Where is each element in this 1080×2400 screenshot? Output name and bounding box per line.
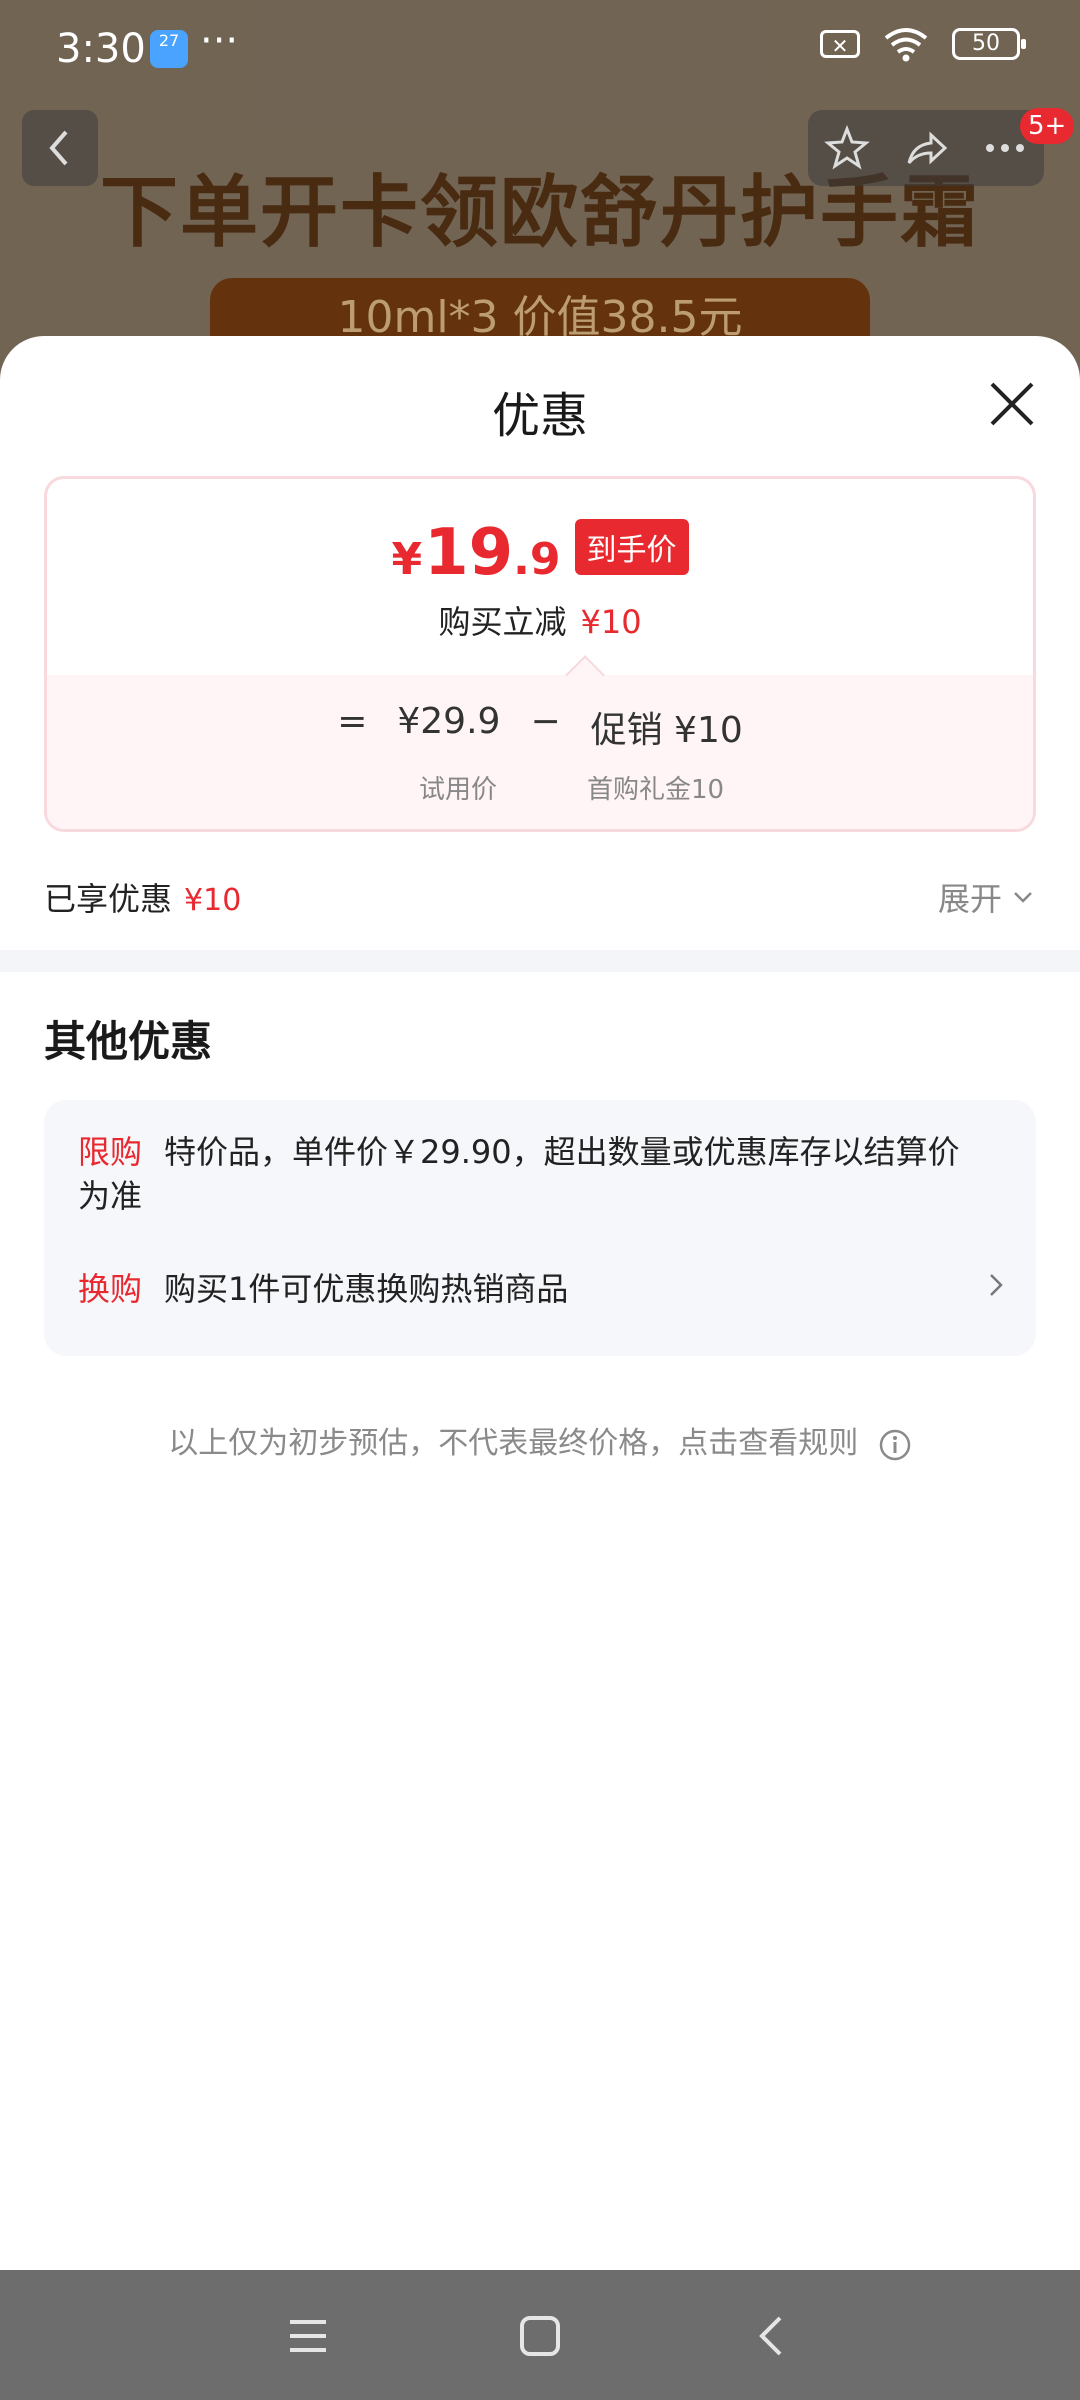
exchange-purchase-tag: 换购 xyxy=(78,1270,143,1308)
minus-sign: − xyxy=(530,701,561,742)
battery-icon: 50 xyxy=(952,28,1026,60)
limited-purchase-item: 限购 特价品，单件价￥29.90，超出数量或优惠库存以结算价为准 xyxy=(78,1130,976,1218)
final-price: ¥ 19 .9 到手价 xyxy=(47,519,1033,585)
price-formula: = ¥29.9 − 促销 ¥10 xyxy=(47,701,1033,753)
base-price: ¥29.9 xyxy=(397,701,501,742)
sheet-title: 优惠 xyxy=(491,388,588,444)
promo-amount: 促销 ¥10 xyxy=(590,710,743,751)
home-icon[interactable] xyxy=(510,2306,570,2366)
chevron-down-icon xyxy=(1014,892,1032,903)
equals-sign: = xyxy=(337,701,368,742)
back-nav-icon[interactable] xyxy=(742,2306,802,2366)
exchange-purchase-text: 购买1件可优惠换购热销商品 xyxy=(164,1270,569,1308)
enjoyed-label: 已享优惠 xyxy=(44,880,173,918)
rules-disclaimer[interactable]: 以上仅为初步预估，不代表最终价格，点击查看规则 xyxy=(0,1418,1080,1462)
final-price-tag: 到手价 xyxy=(574,519,689,575)
expand-label: 展开 xyxy=(937,880,1002,918)
expand-button[interactable]: 展开 xyxy=(938,874,1036,920)
wifi-icon xyxy=(884,28,928,62)
status-icons: ✕ 50 xyxy=(820,26,1026,62)
promo-label: 首购礼金10 xyxy=(587,775,725,805)
chevron-right-icon[interactable] xyxy=(984,1270,1008,1300)
status-bar: 3:30 27 ··· ✕ 50 xyxy=(0,0,1080,100)
info-icon xyxy=(879,1429,911,1460)
status-more-icon: ··· xyxy=(200,18,239,64)
top-action-group xyxy=(808,110,1044,186)
enjoyed-discount: 已享优惠 ¥10 xyxy=(44,874,241,920)
star-icon[interactable] xyxy=(822,123,872,173)
share-icon[interactable] xyxy=(901,123,951,173)
enjoyed-discount-row: 已享优惠 ¥10 展开 xyxy=(44,866,1036,926)
base-price-label: 试用价 xyxy=(419,775,498,805)
sim-error-icon: ✕ xyxy=(820,30,860,58)
reduction-value: ¥10 xyxy=(580,603,642,641)
final-price-decimal: .9 xyxy=(513,534,561,585)
back-button[interactable] xyxy=(22,110,98,186)
final-price-integer: 19 xyxy=(424,516,514,590)
other-discounts-title: 其他优惠 xyxy=(44,1017,213,1066)
disclaimer-text: 以上仅为初步预估，不代表最终价格，点击查看规则 xyxy=(168,1426,859,1461)
chevron-left-icon xyxy=(49,130,68,166)
enjoyed-value: ¥10 xyxy=(184,883,242,918)
weather-icon: 27 xyxy=(150,30,188,68)
exchange-purchase-item[interactable]: 换购 购买1件可优惠换购热销商品 xyxy=(78,1264,1002,1310)
instant-reduction: 购买立减 ¥10 xyxy=(47,597,1033,643)
notification-badge: 5+ xyxy=(1020,108,1075,144)
status-time: 3:30 xyxy=(56,26,146,72)
final-price-currency: ¥ xyxy=(391,534,423,585)
other-discounts-card: 限购 特价品，单件价￥29.90，超出数量或优惠库存以结算价为准 换购 购买1件可优… xyxy=(44,1100,1036,1356)
reduction-label: 购买立减 xyxy=(438,603,567,641)
system-navigation-bar xyxy=(0,2270,1080,2400)
close-icon[interactable] xyxy=(984,376,1040,432)
limited-purchase-text: 特价品，单件价￥29.90，超出数量或优惠库存以结算价为准 xyxy=(78,1133,960,1215)
price-breakdown-card: ¥ 19 .9 到手价 购买立减 ¥10 = ¥29.9 − 促销 ¥10 试用价… xyxy=(44,476,1036,832)
discount-sheet: 优惠 ¥ 19 .9 到手价 购买立减 ¥10 = ¥29.9 − 促销 ¥10 … xyxy=(0,336,1080,2270)
menu-icon[interactable] xyxy=(278,2306,338,2366)
limited-purchase-tag: 限购 xyxy=(78,1133,143,1171)
section-divider xyxy=(0,950,1080,972)
